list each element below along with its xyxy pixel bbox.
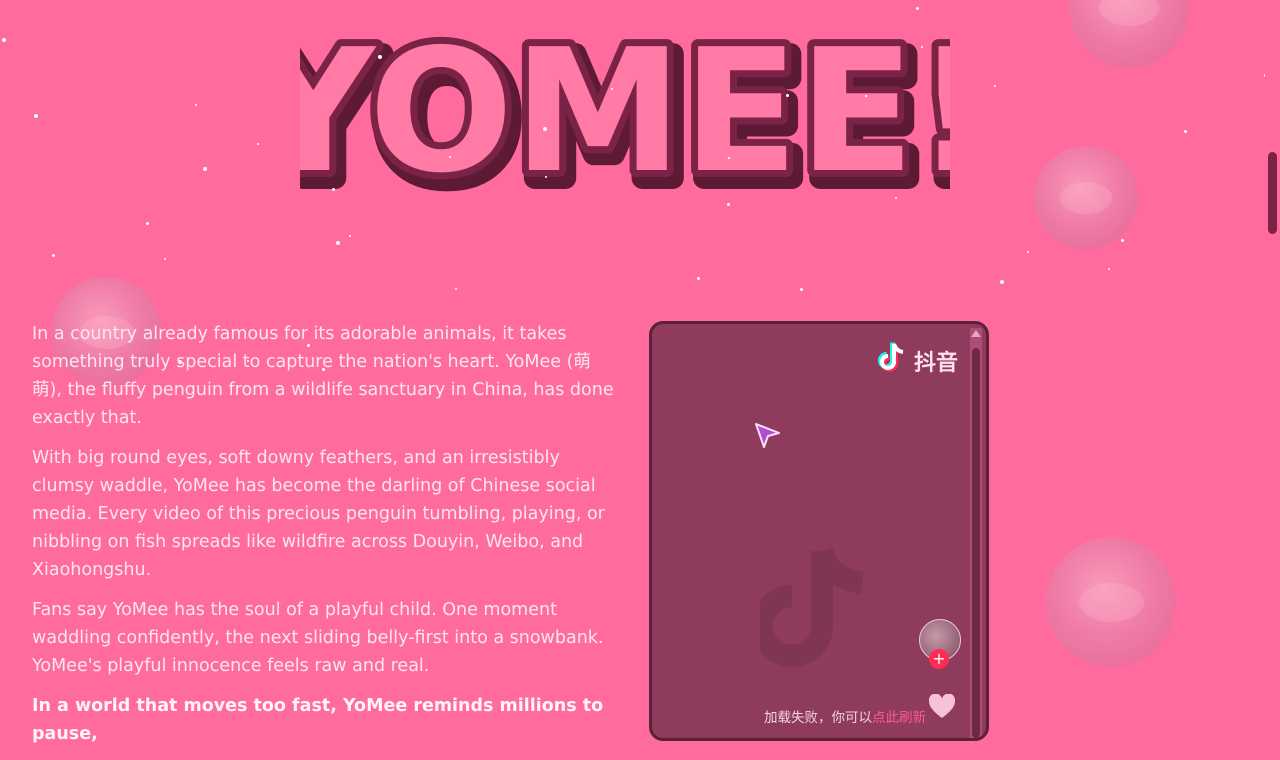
snowflake [865,95,867,97]
snowflake [349,235,351,237]
snowflake [378,55,382,59]
snowflake [1108,268,1110,270]
cursor-arrow-icon [752,420,782,454]
story-section: In a country already famous for its ador… [32,320,617,760]
svg-text:YOMEE!: YOMEE! [300,13,950,200]
scroll-up-arrow-icon[interactable] [971,330,981,337]
douyin-video-embed[interactable]: 抖音 + 加载失败，你可以点此刷新 [649,321,989,741]
douyin-logo-icon [878,342,908,380]
snowflake [895,197,897,199]
snowflake [146,222,149,225]
snowflake [52,254,55,257]
snowflake [203,167,207,171]
penguin-photo-bubble [1046,537,1176,667]
snowflake [543,127,547,131]
story-paragraph: With big round eyes, soft downy feathers… [32,448,605,580]
snowflake [728,157,730,159]
story-paragraph: Fans say YoMee has the soul of a playful… [32,600,604,676]
snowflake [1184,130,1187,133]
load-failed-message: 加载失败，你可以点此刷新 [764,710,926,726]
penguin-photo-bubble [1069,0,1189,68]
embed-scroll-thumb[interactable] [972,348,980,738]
page-scrollbar[interactable] [1265,0,1280,720]
follow-button[interactable]: + [929,649,949,669]
douyin-watermark-icon [751,546,870,675]
snowflake [727,203,730,206]
snowflake [34,114,38,118]
page-scroll-thumb[interactable] [1268,152,1277,234]
snowflake [1027,251,1029,253]
snowflake [800,288,803,291]
refresh-link[interactable]: 点此刷新 [872,710,926,726]
snowflake [2,38,6,42]
embed-scrollbar[interactable] [970,328,982,738]
snowflake [994,85,996,87]
story-highlight: In a world that moves too fast, YoMee re… [32,696,604,744]
penguin-photo-bubble [1034,146,1138,250]
snowflake [545,176,547,178]
snowflake [1121,239,1124,242]
douyin-brand[interactable]: 抖音 [878,342,958,380]
snowflake [611,88,613,90]
snowflake [455,288,457,290]
snowflake [449,156,451,158]
douyin-brand-name: 抖音 [913,351,958,376]
snowflake [336,241,340,245]
snowflake [164,258,166,260]
snowflake [1000,280,1004,284]
snowflake [257,143,259,145]
snowflake [786,94,789,97]
snowflake [332,188,335,191]
snowflake [697,277,700,280]
snowflake [195,104,197,106]
snowflake [916,7,919,10]
hero-title: YOMEE! YOMEE! YOMEE! [300,0,950,200]
snowflake [921,46,923,48]
story-paragraph: In a country already famous for its ador… [32,324,614,428]
